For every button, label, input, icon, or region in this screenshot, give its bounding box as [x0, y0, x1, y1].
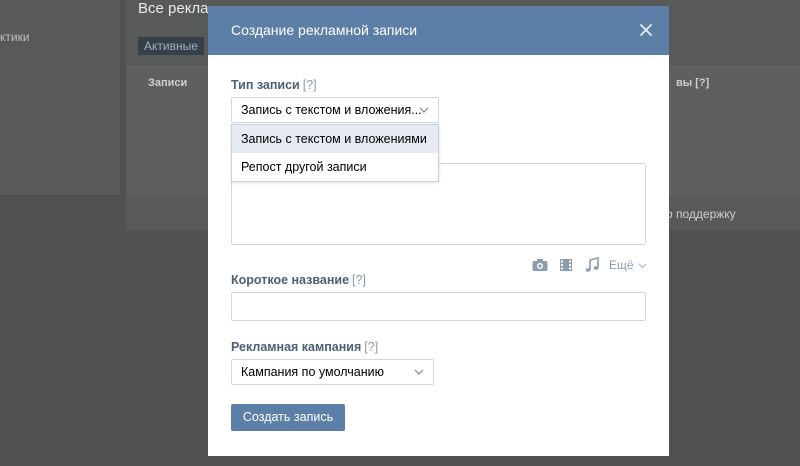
more-attachments-label: Ещё	[609, 258, 634, 272]
background-tab-active: Активные	[138, 37, 204, 55]
short-name-input[interactable]	[231, 292, 646, 321]
post-type-selected-value: Запись с текстом и вложения...	[241, 103, 422, 117]
more-attachments-button[interactable]: Ещё	[609, 258, 647, 272]
background-sidebar-text: ктики	[0, 30, 30, 44]
create-ad-post-modal: Создание рекламной записи Тип записи [?] …	[208, 6, 669, 456]
campaign-help[interactable]: [?]	[364, 340, 378, 354]
chevron-down-icon	[414, 369, 424, 375]
option-text-and-attachments[interactable]: Запись с текстом и вложениями	[232, 125, 438, 153]
modal-title: Создание рекламной записи	[231, 22, 418, 38]
background-support-link: о поддержку	[666, 207, 736, 221]
modal-header: Создание рекламной записи	[208, 6, 669, 55]
short-name-label-text: Короткое название	[231, 273, 350, 287]
close-icon[interactable]	[635, 19, 657, 41]
short-name-help[interactable]: [?]	[352, 273, 366, 287]
background-title: Все рекла	[138, 0, 209, 17]
short-name-label: Короткое название [?]	[231, 273, 366, 287]
background-sidebar: ктики	[0, 0, 120, 195]
create-post-button[interactable]: Создать запись	[231, 404, 345, 431]
post-type-dropdown: Запись с текстом и вложениями Репост дру…	[231, 124, 439, 182]
video-icon[interactable]	[557, 257, 575, 273]
campaign-selected-value: Кампания по умолчанию	[241, 365, 384, 379]
post-type-label: Тип записи [?]	[231, 78, 317, 92]
camera-icon[interactable]	[531, 257, 549, 273]
option-repost[interactable]: Репост другой записи	[232, 153, 438, 181]
background-column-records: Записи	[148, 77, 188, 89]
post-type-label-text: Тип записи	[231, 78, 300, 92]
post-type-help[interactable]: [?]	[303, 78, 317, 92]
chevron-down-icon	[419, 107, 429, 113]
campaign-label: Рекламная кампания [?]	[231, 340, 378, 354]
attachments-bar: Ещё	[531, 257, 647, 273]
post-type-select[interactable]: Запись с текстом и вложения...	[231, 97, 439, 123]
campaign-label-text: Рекламная кампания	[231, 340, 362, 354]
music-icon[interactable]	[583, 257, 601, 273]
campaign-select[interactable]: Кампания по умолчанию	[231, 359, 434, 385]
background-column-right: вы [?]	[676, 77, 710, 89]
chevron-down-icon	[638, 263, 646, 269]
